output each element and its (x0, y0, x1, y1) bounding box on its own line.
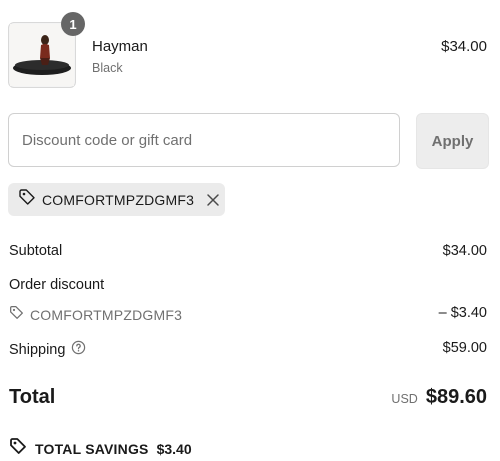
order-discount-label: Order discount (9, 277, 105, 293)
apply-button[interactable]: Apply (416, 113, 489, 169)
total-savings: TOTAL SAVINGS $3.40 (9, 437, 192, 460)
discount-code-input[interactable] (8, 113, 400, 167)
order-discount-code: COMFORTMPZDGMF3 (9, 305, 182, 325)
shipping-value: $59.00 (442, 340, 487, 356)
tag-icon (18, 188, 36, 211)
close-icon[interactable] (206, 193, 220, 207)
total-value: USD $89.60 (391, 386, 487, 409)
applied-code-label: COMFORTMPZDGMF3 (42, 191, 195, 208)
total-amount: $89.60 (425, 386, 487, 408)
applied-discount-chip: COMFORTMPZDGMF3 (8, 183, 225, 216)
savings-label: TOTAL SAVINGS (35, 440, 149, 457)
order-discount-value: – $3.40 (438, 305, 487, 321)
subtotal-value: $34.00 (442, 243, 487, 259)
product-image (10, 24, 74, 86)
quantity-badge: 1 (61, 12, 85, 36)
subtotal-label: Subtotal (9, 243, 63, 259)
order-discount-code-label: COMFORTMPZDGMF3 (30, 307, 183, 323)
question-circle-icon[interactable] (71, 340, 86, 360)
tag-icon (9, 305, 24, 325)
shipping-row: Shipping (9, 340, 86, 360)
product-name: Hayman (92, 38, 148, 55)
total-label: Total (9, 386, 56, 408)
tag-icon (9, 437, 27, 460)
product-price: $34.00 (441, 38, 487, 55)
currency-code: USD (391, 392, 418, 406)
shipping-label: Shipping (9, 342, 66, 358)
savings-amount: $3.40 (156, 440, 192, 457)
product-variant: Black (92, 61, 123, 75)
